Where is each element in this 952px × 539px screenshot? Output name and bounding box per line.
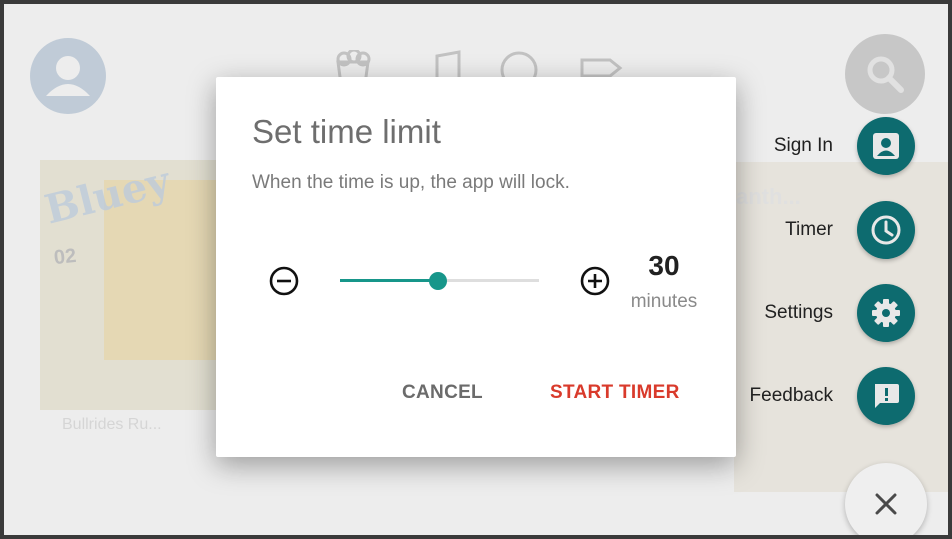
cancel-button[interactable]: CANCEL [402, 382, 483, 404]
time-slider[interactable] [340, 267, 539, 295]
time-value: 30 [648, 250, 680, 281]
clock-icon [871, 215, 901, 245]
fab-item-feedback[interactable]: Feedback [750, 367, 915, 425]
sign-in-button[interactable] [857, 117, 915, 175]
dialog-subtitle: When the time is up, the app will lock. [252, 172, 570, 193]
slider-track-fill [340, 279, 438, 282]
slider-thumb[interactable] [428, 272, 447, 290]
fab-label-settings: Settings [764, 302, 833, 323]
fab-label-feedback: Feedback [749, 385, 833, 406]
fab-label-timer: Timer [785, 219, 833, 240]
decrease-button[interactable] [266, 263, 302, 299]
fab-item-sign-in[interactable]: Sign In [774, 117, 915, 175]
start-timer-button[interactable]: START TIMER [550, 382, 680, 404]
increase-button[interactable] [577, 263, 613, 299]
time-unit: minutes [630, 291, 698, 312]
app-screen: Bluey 02 anth... Bullrides Ru... Sign In… [4, 4, 948, 535]
time-limit-dialog: Set time limit When the time is up, the … [216, 77, 736, 457]
feedback-icon [875, 384, 899, 408]
settings-button[interactable] [857, 284, 915, 342]
fab-label-sign-in: Sign In [773, 135, 833, 156]
feedback-button[interactable] [857, 367, 915, 425]
fab-item-timer[interactable]: Timer [785, 201, 915, 259]
dialog-title: Set time limit [252, 113, 441, 150]
close-menu-button[interactable] [845, 463, 927, 535]
fab-item-settings[interactable]: Settings [764, 284, 915, 342]
timer-button[interactable] [857, 201, 915, 259]
gear-icon [872, 299, 900, 327]
close-icon [875, 493, 897, 515]
account-box-icon [873, 133, 899, 159]
